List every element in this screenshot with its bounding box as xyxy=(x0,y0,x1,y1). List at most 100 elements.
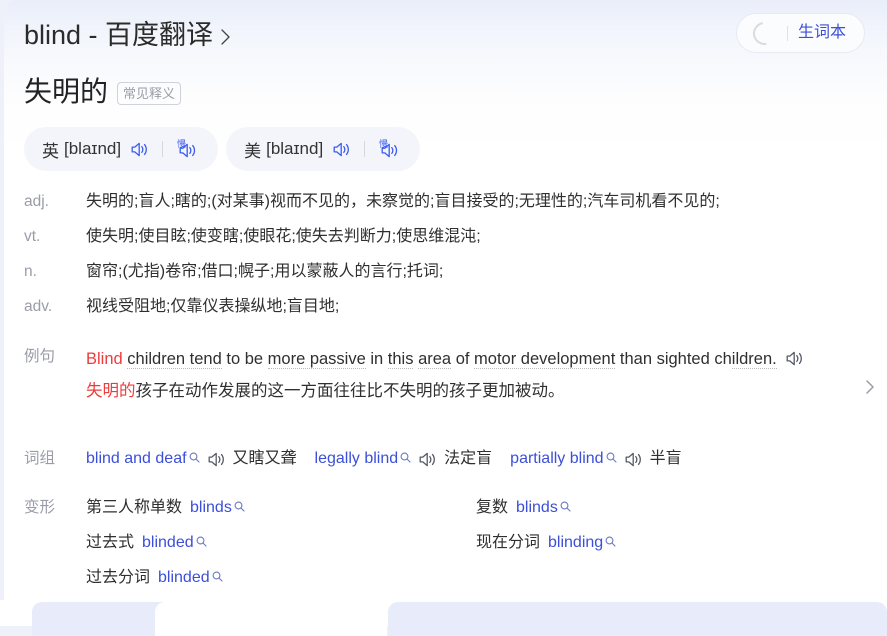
example-segment: this xyxy=(387,350,414,369)
page-title-row[interactable]: blind - 百度翻译 xyxy=(24,18,231,52)
inflection-spacer xyxy=(476,560,884,595)
phrase-chinese: 又瞎又聋 xyxy=(232,450,297,467)
speaker-icon[interactable] xyxy=(785,350,804,367)
search-icon[interactable] xyxy=(212,560,223,582)
phonetic-uk-lang: 英 xyxy=(42,141,59,161)
phrase-english[interactable]: legally blind xyxy=(315,447,399,471)
vocabulary-book-label: 生词本 xyxy=(797,24,846,41)
speaker-icon[interactable] xyxy=(624,451,643,468)
example-segment: to be xyxy=(221,350,268,368)
part-of-speech: adv. xyxy=(24,298,53,315)
inflection-item: 过去分词 blinded xyxy=(86,560,476,595)
phrase-english[interactable]: blind and deaf xyxy=(86,447,187,471)
inflection-value[interactable]: blinding xyxy=(548,525,603,560)
example-segment: area xyxy=(418,350,452,369)
inflection-item: 过去式 blinded xyxy=(86,525,476,560)
phrases-row: 词组 blind and deaf 又瞎又聋 legally blind 法定盲… xyxy=(24,447,884,471)
slow-speaker-icon[interactable]: 慢 xyxy=(378,139,402,159)
speaker-icon[interactable] xyxy=(207,451,226,468)
definition-row: adv. 视线受阻地;仅靠仪表操纵地;盲目地; xyxy=(24,295,874,319)
vocabulary-book-button[interactable]: 生词本 xyxy=(735,13,865,53)
phonetic-us-ipa: [blaɪnd] xyxy=(266,139,324,158)
example-segment: of xyxy=(451,350,475,368)
example-segment: than sighted ch xyxy=(615,350,732,368)
example-english: Blind children tend to be more passive i… xyxy=(86,344,844,374)
divider xyxy=(162,141,164,157)
example-sentence-block: 例句 Blind children tend to be more passiv… xyxy=(24,344,874,405)
speaker-icon[interactable] xyxy=(130,141,149,158)
search-icon[interactable] xyxy=(189,450,200,463)
definition-row: vt. 使失明;使目眩;使变瞎;使眼花;使失去判断力;使思维混沌; xyxy=(24,225,874,249)
inflection-item: 第三人称单数 blinds xyxy=(86,490,476,525)
divider xyxy=(364,141,366,157)
speaker-icon[interactable] xyxy=(418,451,437,468)
inflection-name: 过去式 xyxy=(86,534,135,551)
inflection-name: 第三人称单数 xyxy=(86,499,183,516)
phonetic-uk-ipa: [blaɪnd] xyxy=(64,139,122,158)
search-icon[interactable] xyxy=(605,525,616,547)
phrase-chinese: 法定盲 xyxy=(444,450,493,467)
inflection-name: 现在分词 xyxy=(476,534,541,551)
search-icon[interactable] xyxy=(606,450,617,463)
inflection-name: 复数 xyxy=(476,499,509,516)
example-segment: in xyxy=(365,350,388,368)
example-segment: ildren. xyxy=(731,350,777,369)
definition-row: adj. 失明的;盲人;瞎的;(对某事)视而不见的，未察觉的;盲目接受的;无理性… xyxy=(24,190,874,214)
search-icon[interactable] xyxy=(400,450,411,463)
search-icon[interactable] xyxy=(234,490,245,512)
example-segment: more passive xyxy=(267,350,366,369)
search-icon[interactable] xyxy=(560,490,571,512)
phrase-item: legally blind 法定盲 xyxy=(315,447,493,471)
example-chinese-rest: 孩子在动作发展的这一方面往往比不失明的孩子更加被动。 xyxy=(135,382,565,400)
definition-row: n. 窗帘;(尤指)卷帘;借口;幌子;用以蒙蔽人的言行;托词; xyxy=(24,260,874,284)
phrase-chinese: 半盲 xyxy=(649,450,682,467)
phrases-list: blind and deaf 又瞎又聋 legally blind 法定盲 pa… xyxy=(86,447,700,471)
phrases-label: 词组 xyxy=(24,450,56,467)
inflection-value[interactable]: blinded xyxy=(158,560,210,595)
inflection-value[interactable]: blinds xyxy=(190,490,232,525)
part-of-speech: vt. xyxy=(24,228,41,245)
chevron-right-icon[interactable] xyxy=(864,377,876,397)
page-title: blind - 百度翻译 xyxy=(24,20,214,50)
example-segment: children tend xyxy=(127,350,222,369)
definition-text: 使失明;使目眩;使变瞎;使眼花;使失去判断力;使思维混沌; xyxy=(86,228,481,245)
slow-glyph: 慢 xyxy=(379,139,388,150)
definition-text: 视线受阻地;仅靠仪表操纵地;盲目地; xyxy=(86,298,340,315)
inflection-item: 复数 blinds xyxy=(476,490,884,525)
definition-text: 窗帘;(尤指)卷帘;借口;幌子;用以蒙蔽人的言行;托词; xyxy=(86,263,444,280)
slow-speaker-icon[interactable]: 慢 xyxy=(176,139,200,159)
common-meaning-badge: 常见释义 xyxy=(117,82,182,105)
tab-active[interactable] xyxy=(155,602,387,636)
tab-inactive-right[interactable] xyxy=(388,602,887,636)
loading-spinner-icon xyxy=(748,16,781,50)
phrase-english[interactable]: partially blind xyxy=(510,447,603,471)
phonetic-us[interactable]: 美 [blaɪnd] 慢 xyxy=(226,127,421,171)
definitions-list: adj. 失明的;盲人;瞎的;(对某事)视而不见的，未察觉的;盲目接受的;无理性… xyxy=(24,190,874,330)
inflections-grid: 第三人称单数 blinds 复数 blinds 过去式 blinded 现在分词… xyxy=(86,490,884,595)
definition-text: 失明的;盲人;瞎的;(对某事)视而不见的，未察觉的;盲目接受的;无理性的;汽车司… xyxy=(86,193,720,210)
phrase-item: blind and deaf 又瞎又聋 xyxy=(86,447,297,471)
speaker-icon[interactable] xyxy=(332,141,351,158)
inflections-label: 变形 xyxy=(24,499,56,516)
phonetics-row: 英 [blaɪnd] 慢 美 [blaɪnd] 慢 xyxy=(24,127,421,171)
example-segment: motor development xyxy=(474,350,616,369)
phonetic-us-lang: 美 xyxy=(244,141,262,161)
dictionary-card: blind - 百度翻译 生词本 失明的 常见释义 英 [blaɪnd] 慢 美… xyxy=(4,0,887,606)
example-chinese-keyword: 失明的 xyxy=(86,382,136,400)
example-body: Blind children tend to be more passive i… xyxy=(86,344,874,405)
headword-row: 失明的 常见释义 xyxy=(24,74,182,110)
part-of-speech: n. xyxy=(24,263,37,280)
tab-strip-edge xyxy=(0,600,32,626)
bottom-tab-strip xyxy=(0,600,887,636)
search-icon[interactable] xyxy=(196,525,207,547)
inflection-value[interactable]: blinded xyxy=(142,525,194,560)
inflection-value[interactable]: blinds xyxy=(516,490,558,525)
inflection-name: 过去分词 xyxy=(86,569,151,586)
inflections-row: 变形 第三人称单数 blinds 复数 blinds 过去式 blinded 现… xyxy=(24,490,884,595)
chevron-right-icon xyxy=(220,28,231,46)
phonetic-uk[interactable]: 英 [blaɪnd] 慢 xyxy=(24,127,219,171)
part-of-speech: adj. xyxy=(24,193,49,210)
phrase-item: partially blind 半盲 xyxy=(510,447,681,471)
example-label: 例句 xyxy=(24,348,56,365)
headword-translation: 失明的 xyxy=(24,76,109,107)
